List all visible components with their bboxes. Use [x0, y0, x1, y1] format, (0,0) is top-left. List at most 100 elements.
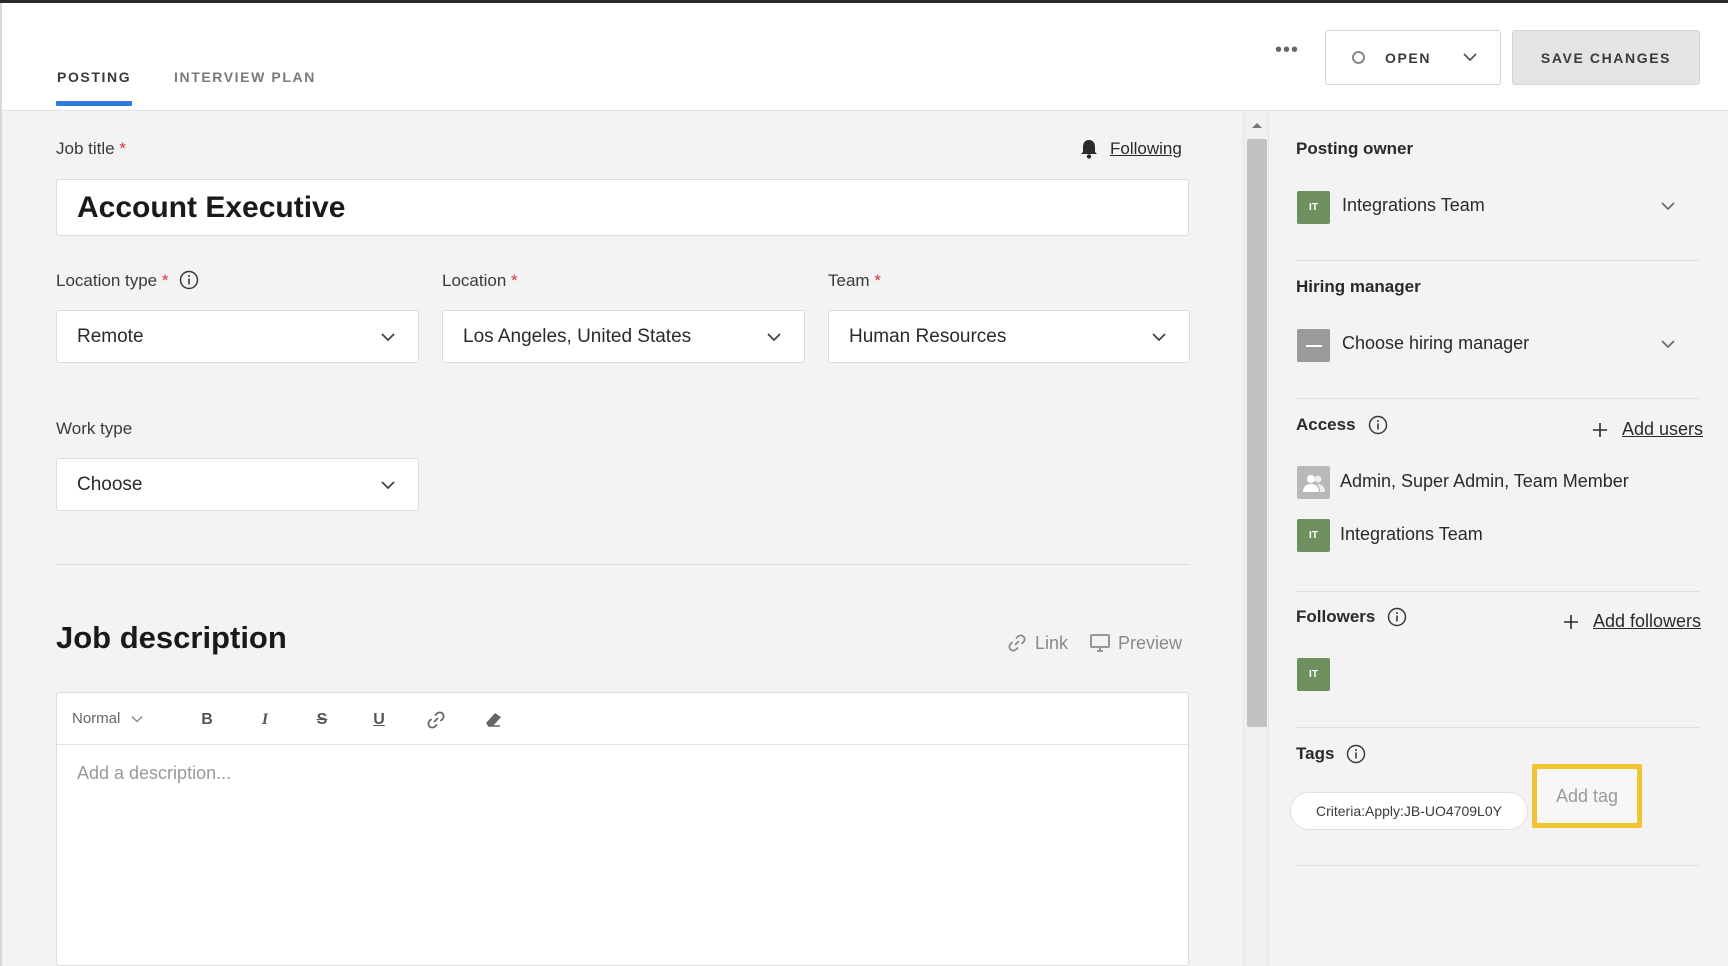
chevron-down-icon [767, 333, 781, 342]
location-value: Los Angeles, United States [463, 325, 692, 347]
insert-link-button[interactable] [423, 707, 449, 733]
add-followers-label: Add followers [1593, 611, 1702, 631]
location-select[interactable]: Los Angeles, United States [442, 310, 805, 363]
follower-avatar[interactable]: IT [1297, 658, 1330, 691]
main-scrollbar[interactable] [1243, 111, 1269, 966]
save-changes-button[interactable]: SAVE CHANGES [1512, 30, 1700, 85]
add-users-button[interactable]: Add users [1592, 419, 1703, 440]
required-mark: * [874, 271, 881, 290]
work-type-label: Work type [56, 419, 133, 438]
add-followers-button[interactable]: Add followers [1563, 611, 1701, 632]
group-avatar [1297, 466, 1330, 499]
description-editor: Normal B I S U Add a description... [56, 692, 1189, 966]
job-description-heading: Job description [56, 620, 287, 655]
more-options-button[interactable]: ••• [1272, 35, 1302, 65]
editor-toolbar: Normal B I S U [57, 693, 1188, 745]
format-dropdown[interactable]: Normal [72, 710, 144, 727]
required-mark: * [511, 271, 518, 290]
location-type-select[interactable]: Remote [56, 310, 419, 363]
job-title-label-text: Job title [56, 139, 115, 158]
sidebar-divider [1296, 727, 1700, 728]
work-type-select[interactable]: Choose [56, 458, 419, 511]
location-type-label: Location type * [56, 270, 199, 291]
info-icon[interactable] [1368, 415, 1388, 435]
location-label: Location * [442, 271, 518, 291]
preview-label: Preview [1118, 632, 1183, 653]
scrollbar-thumb[interactable] [1247, 139, 1267, 727]
location-label-text: Location [442, 271, 507, 290]
hiring-manager-label: Hiring manager [1296, 277, 1421, 296]
posting-owner-avatar: IT [1297, 191, 1330, 224]
tags-label: Tags [1296, 744, 1366, 764]
following-toggle[interactable]: Following [1078, 138, 1182, 160]
chevron-down-icon [131, 715, 143, 722]
tab-posting[interactable]: POSTING [57, 69, 131, 85]
status-label: OPEN [1385, 49, 1432, 66]
italic-button[interactable]: I [252, 707, 278, 733]
info-icon[interactable] [1346, 744, 1366, 764]
access-item-roles: Admin, Super Admin, Team Member [1340, 471, 1629, 491]
preview-button[interactable]: Preview [1089, 632, 1182, 654]
required-mark: * [119, 139, 126, 158]
team-label-text: Team [828, 271, 870, 290]
link-label: Link [1035, 632, 1069, 653]
following-label: Following [1110, 139, 1182, 158]
required-mark: * [161, 271, 169, 290]
chevron-down-icon[interactable] [1660, 336, 1676, 352]
scroll-up-arrow-icon[interactable] [1251, 121, 1263, 129]
bold-button[interactable]: B [194, 707, 220, 733]
work-type-value: Choose [77, 473, 143, 495]
chevron-down-icon [381, 481, 395, 490]
strikethrough-button[interactable]: S [309, 707, 335, 733]
status-circle-icon [1352, 51, 1365, 64]
info-icon[interactable] [1387, 607, 1407, 627]
underline-button[interactable]: U [366, 707, 392, 733]
access-label-text: Access [1296, 415, 1356, 434]
active-tab-indicator [56, 101, 132, 106]
posting-owner-label: Posting owner [1296, 139, 1414, 158]
info-icon[interactable] [179, 270, 199, 290]
dash-icon [1305, 344, 1322, 347]
users-icon [1302, 474, 1325, 492]
location-type-value: Remote [77, 325, 144, 347]
link-icon [1008, 634, 1026, 652]
job-title-label: Job title * [56, 139, 126, 159]
clear-format-button[interactable] [480, 707, 506, 733]
monitor-icon [1090, 634, 1110, 652]
chevron-down-icon[interactable] [1660, 198, 1676, 214]
team-value: Human Resources [849, 325, 1007, 347]
chevron-down-icon [1152, 333, 1166, 342]
plus-icon [1564, 614, 1578, 629]
job-title-input[interactable]: Account Executive [56, 179, 1189, 236]
hiring-manager-select[interactable]: Choose hiring manager [1342, 333, 1529, 354]
link-button[interactable]: Link [1006, 632, 1068, 654]
tab-interview-plan[interactable]: INTERVIEW PLAN [174, 69, 316, 85]
team-label: Team * [828, 271, 881, 291]
add-tag-input[interactable]: Add tag [1532, 764, 1642, 828]
team-select[interactable]: Human Resources [828, 310, 1190, 363]
posting-sidebar [1269, 111, 1728, 966]
format-value: Normal [72, 710, 121, 727]
chevron-down-icon [381, 333, 395, 342]
eraser-icon [486, 713, 501, 727]
tag-chip[interactable]: Criteria:Apply:JB-UO4709L0Y [1290, 792, 1528, 830]
sidebar-divider [1296, 398, 1700, 399]
posting-owner-value[interactable]: Integrations Team [1342, 195, 1485, 216]
sidebar-divider [1296, 260, 1700, 261]
status-dropdown[interactable]: OPEN [1325, 30, 1501, 85]
description-textarea[interactable]: Add a description... [57, 745, 1188, 802]
link-icon [427, 711, 445, 729]
tags-label-text: Tags [1296, 744, 1335, 763]
access-item-avatar: IT [1297, 519, 1330, 552]
sidebar-divider [1296, 865, 1700, 866]
page-header: POSTING INTERVIEW PLAN ••• OPEN SAVE CHA… [0, 3, 1728, 111]
hiring-manager-avatar [1297, 329, 1330, 362]
bell-icon [1081, 140, 1097, 159]
access-item-team: Integrations Team [1340, 524, 1483, 544]
plus-icon [1593, 422, 1607, 437]
sidebar-divider [1296, 591, 1700, 592]
followers-label-text: Followers [1296, 607, 1376, 626]
section-divider [56, 564, 1189, 565]
access-label: Access [1296, 415, 1388, 435]
followers-label: Followers [1296, 607, 1407, 627]
